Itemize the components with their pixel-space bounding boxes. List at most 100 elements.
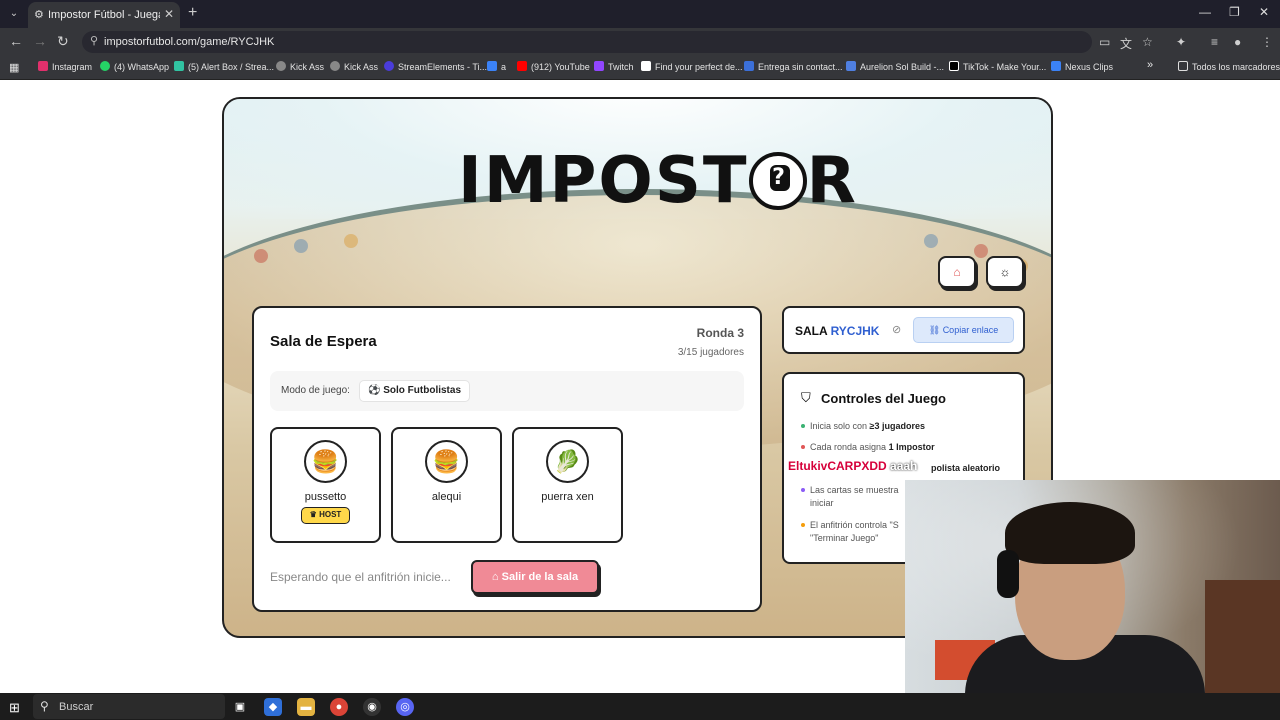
bookmark-site-icon (641, 61, 651, 71)
exit-door-button[interactable]: ⌂ (938, 256, 976, 288)
menu-kebab-icon[interactable]: ⋮ (1261, 35, 1273, 49)
copilot-icon[interactable]: ◆ (264, 698, 282, 716)
cast-icon[interactable]: ▭ (1099, 35, 1110, 49)
player-name: puerra xen (541, 491, 594, 503)
control-rule: polista aleatorio (931, 463, 1001, 473)
crowd-figure (254, 249, 268, 263)
soccer-ball-icon: ? (748, 152, 807, 210)
impostor-logo: IMPOST? R (458, 144, 858, 218)
player-card: 🍔 pussetto ♛ HOST (270, 427, 381, 543)
game-mode-selector[interactable]: ⚽ Solo Futbolistas (359, 380, 471, 402)
windows-start-icon[interactable]: ⊞ (9, 700, 20, 716)
close-window-icon[interactable]: ✕ (1259, 5, 1269, 19)
crowd-figure (294, 239, 308, 253)
soccer-ball-icon: ⚽ (368, 385, 384, 396)
minimize-icon[interactable]: — (1199, 5, 1211, 19)
headset (997, 550, 1019, 598)
alertbox-icon (174, 61, 184, 71)
url-field[interactable]: ⚲ impostorfutbol.com/game/RYCJHK (82, 31, 1092, 53)
game-mode-label: Modo de juego: (281, 385, 350, 396)
waiting-status: Esperando que el anfitrión inicie... (270, 570, 451, 584)
new-tab-icon[interactable]: + (188, 4, 197, 22)
address-toolbar: ← → ↻ ⚲ impostorfutbol.com/game/RYCJHK ▭… (0, 28, 1280, 56)
game-mode-bar: Modo de juego: ⚽ Solo Futbolistas (270, 371, 744, 411)
players-count: 3/15 jugadores (677, 347, 744, 358)
folder-link-icon (487, 61, 497, 71)
bookmarks-bar: ▦ Instagram (4) WhatsApp (5) Alert Box /… (0, 56, 1280, 80)
discord-icon[interactable]: ◎ (396, 698, 414, 716)
tab-list-icon[interactable]: ⌄ (6, 6, 22, 22)
apps-grid-icon[interactable]: ▦ (9, 61, 19, 74)
taskbar-search[interactable]: ⚲ Buscar (33, 694, 225, 719)
bookmark-item[interactable]: (4) WhatsApp (100, 61, 169, 72)
waiting-room-card: Sala de Espera Ronda 3 3/15 jugadores Mo… (252, 306, 762, 612)
link-icon: ⛓ (928, 325, 943, 335)
round-indicator: Ronda 3 (696, 326, 744, 340)
bookmark-item[interactable]: (5) Alert Box / Strea... (174, 61, 274, 72)
control-rule: Inicia solo con ≥3 jugadores (801, 420, 1010, 433)
bookmark-item[interactable]: Kick Ass (330, 61, 378, 72)
close-tab-icon[interactable]: ✕ (164, 7, 174, 21)
bookmark-item[interactable]: Find your perfect de... (641, 61, 743, 72)
profile-avatar-icon[interactable]: ● (1234, 35, 1241, 49)
room-code-card: SALA RYCJHK ⊘ ⛓ Copiar enlace (782, 306, 1025, 354)
bookmark-star-icon[interactable]: ☆ (1142, 35, 1153, 49)
bookmark-item[interactable]: Aurelion Sol Build -... (846, 61, 944, 72)
browser-tab[interactable]: ⚙ Impostor Fútbol - Juega con ami ✕ (28, 2, 180, 28)
task-view-icon[interactable]: ▣ (231, 698, 249, 716)
controls-title: Controles del Juego (821, 391, 946, 406)
hide-code-icon[interactable]: ⊘ (892, 323, 901, 336)
bookmark-item[interactable]: StreamElements - Ti... (384, 61, 487, 72)
copy-link-button[interactable]: ⛓ Copiar enlace (913, 317, 1014, 343)
bookmark-item[interactable]: a (487, 61, 506, 72)
twitch-icon (594, 61, 604, 71)
webcam-person-hair (1005, 502, 1135, 564)
forward-icon[interactable]: → (33, 33, 47, 49)
theme-toggle-button[interactable]: ☼ (986, 256, 1024, 288)
chrome-icon[interactable]: ● (330, 698, 348, 716)
more-bookmarks-icon[interactable]: » (1147, 59, 1153, 71)
host-badge: ♛ HOST (301, 507, 350, 524)
translate-icon[interactable]: 文 (1120, 35, 1132, 52)
player-name: alequi (431, 491, 462, 503)
site-info-icon[interactable]: ⚲ (90, 34, 98, 47)
room-code: SALA RYCJHK (795, 324, 880, 338)
leek-avatar-icon: 🥬 (546, 440, 589, 483)
media-control-icon[interactable]: ≡ (1211, 35, 1218, 49)
bookmark-item[interactable]: (912) YouTube (517, 61, 590, 72)
bookmark-item[interactable]: Instagram (38, 61, 92, 72)
file-explorer-icon[interactable]: ▬ (297, 698, 315, 716)
bookmark-item[interactable]: Entrega sin contact... (744, 61, 843, 72)
back-icon[interactable]: ← (9, 33, 23, 49)
burger-avatar-icon: 🍔 (304, 440, 347, 483)
restore-icon[interactable]: ❐ (1229, 5, 1240, 19)
all-bookmarks-folder[interactable]: Todos los marcadores (1178, 61, 1280, 72)
bookmark-item[interactable]: Kick Ass (276, 61, 324, 72)
windows-taskbar: ⊞ ⚲ Buscar ▣ ◆ ▬ ● ◉ ◎ (0, 693, 1280, 720)
webcam-feed (905, 480, 1280, 693)
bookmark-item[interactable]: TikTok - Make Your... (949, 61, 1046, 72)
control-rule: Cada ronda asigna 1 Impostor (801, 441, 1010, 454)
bookmark-site-icon (846, 61, 856, 71)
bookmark-item[interactable]: Nexus Clips (1051, 61, 1113, 72)
youtube-icon (517, 61, 527, 71)
folder-icon (1178, 61, 1188, 71)
crowd-figure (974, 244, 988, 258)
stream-chat-username: EltukivCARPXDD aaah (788, 459, 918, 473)
bookmark-item[interactable]: Twitch (594, 61, 634, 72)
reload-icon[interactable]: ↻ (57, 33, 69, 50)
player-card: 🥬 puerra xen (512, 427, 623, 543)
tab-title: Impostor Fútbol - Juega con ami (48, 9, 160, 21)
player-name: pussetto (304, 491, 347, 503)
leave-room-button[interactable]: ⌂ Salir de la sala (471, 560, 599, 594)
search-icon: ⚲ (40, 699, 49, 713)
door-icon: ⌂ (491, 571, 502, 583)
webcam-shelf (1205, 580, 1280, 693)
room-title: Sala de Espera (270, 333, 377, 350)
obs-icon[interactable]: ◉ (363, 698, 381, 716)
sun-icon: ☼ (999, 265, 1011, 279)
tiktok-icon (949, 61, 959, 71)
extensions-icon[interactable]: ✦ (1176, 35, 1186, 49)
shield-icon: ⛉ (801, 390, 811, 405)
instagram-icon (38, 61, 48, 71)
